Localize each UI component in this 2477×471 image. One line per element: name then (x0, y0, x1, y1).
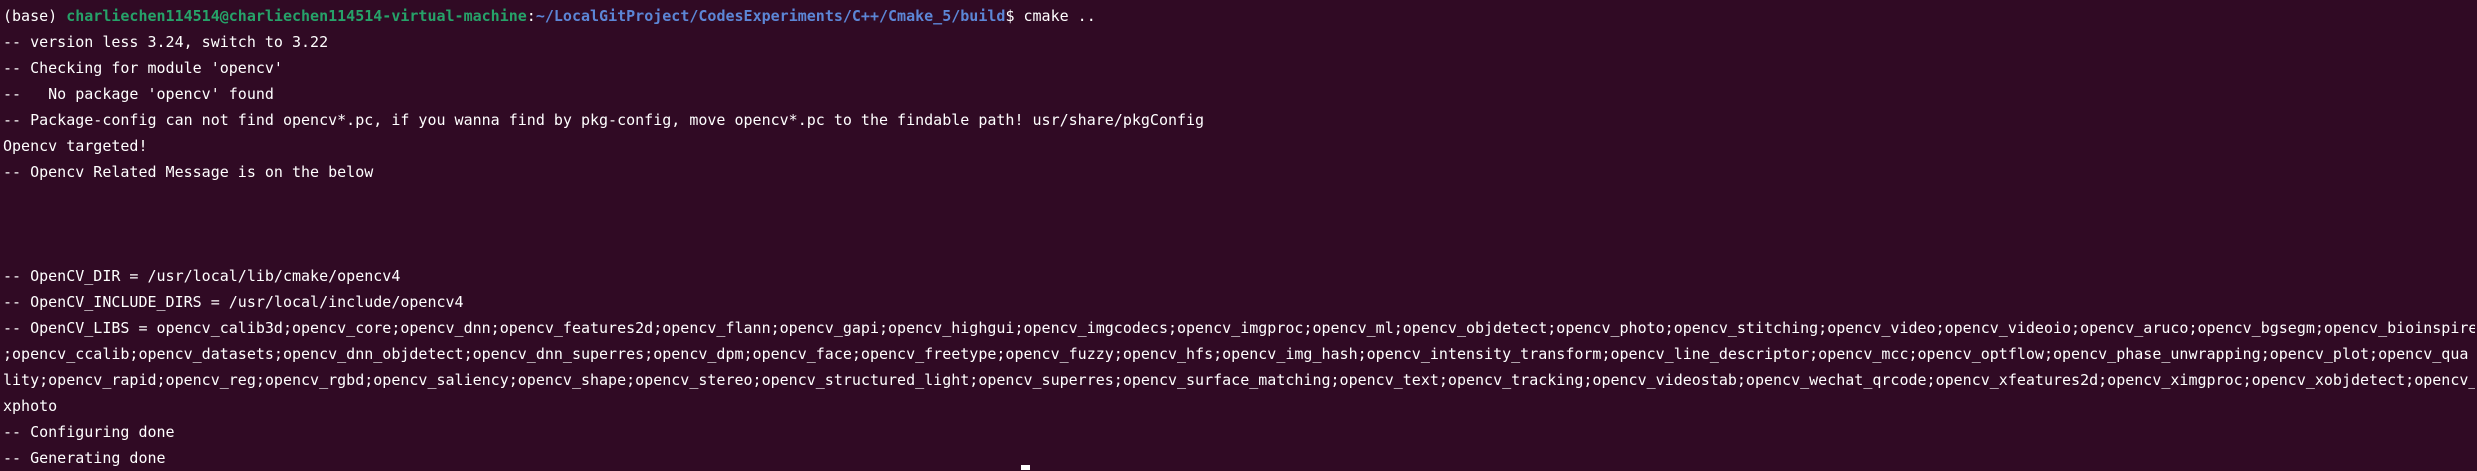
output-line: -- Configuring done (3, 423, 175, 441)
prompt-colon: : (526, 7, 536, 25)
prompt-symbol: $ (1005, 7, 1024, 25)
conda-env-indicator: (base) (3, 7, 67, 25)
output-line: -- Checking for module 'opencv' (3, 59, 283, 77)
terminal-window[interactable]: (base) charliechen114514@charliechen1145… (0, 0, 2477, 470)
prompt-line: (base) charliechen114514@charliechen1145… (3, 3, 2475, 29)
output-line: -- version less 3.24, switch to 3.22 (3, 33, 329, 51)
output-line: Opencv targeted! (3, 137, 148, 155)
command-text: cmake .. (1023, 7, 1096, 25)
output-line: -- OpenCV_DIR = /usr/local/lib/cmake/ope… (3, 267, 401, 285)
output-line: -- OpenCV_INCLUDE_DIRS = /usr/local/incl… (3, 293, 464, 311)
output-line: lity;opencv_rapid;opencv_reg;opencv_rgbd… (3, 371, 2475, 389)
output-line: -- Opencv Related Message is on the belo… (3, 163, 374, 181)
text-cursor (1021, 465, 1030, 470)
output-line: -- Package-config can not find opencv*.p… (3, 111, 1205, 129)
output-line: -- OpenCV_LIBS = opencv_calib3d;opencv_c… (3, 319, 2475, 337)
user-host: charliechen114514@charliechen114514-virt… (66, 7, 527, 25)
output-line: xphoto (3, 397, 58, 415)
output-line: ;opencv_ccalib;opencv_datasets;opencv_dn… (3, 345, 2469, 363)
working-directory: ~/LocalGitProject/CodesExperiments/C++/C… (535, 7, 1006, 25)
output-line: -- Generating done (3, 449, 166, 467)
output-line: -- No package 'opencv' found (3, 85, 274, 103)
